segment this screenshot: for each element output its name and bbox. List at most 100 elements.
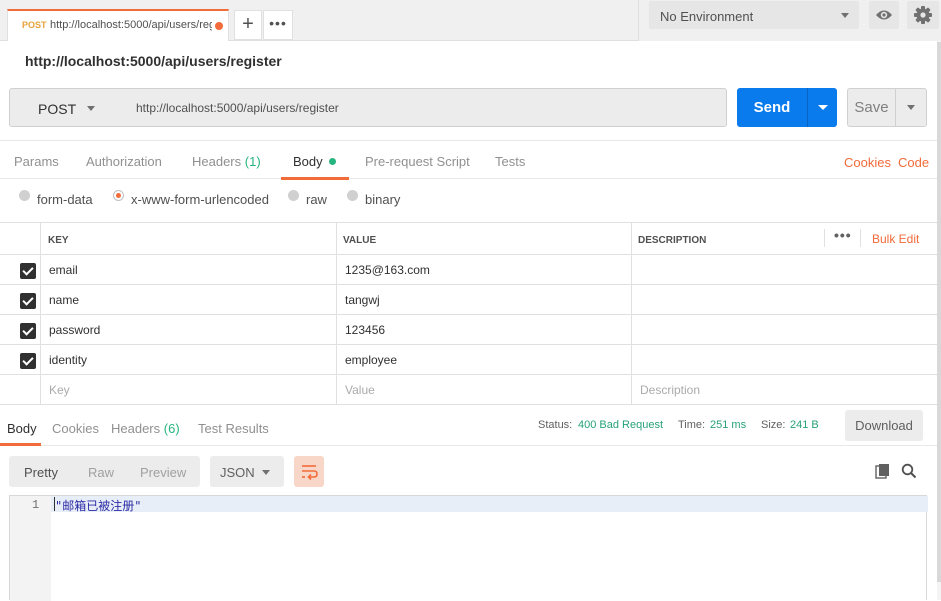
tab-authorization[interactable]: Authorization (86, 154, 162, 169)
new-description-input[interactable]: Description (640, 383, 700, 397)
status-value[interactable]: 400 Bad Request (578, 419, 663, 431)
new-key-input[interactable]: Key (49, 383, 70, 397)
environment-select-label: No Environment (660, 9, 754, 24)
request-name: http://localhost:5000/api/users/register (25, 53, 282, 69)
radio-binary[interactable] (347, 190, 358, 201)
row-value[interactable]: tangwj (345, 293, 380, 307)
view-preview-button[interactable]: Preview (140, 465, 186, 480)
view-pretty-button[interactable]: Pretty (24, 465, 58, 480)
chevron-down-icon (262, 470, 270, 475)
request-tabs: Params Authorization Headers (1) Body Pr… (0, 140, 937, 180)
code-link[interactable]: Code (898, 155, 929, 170)
response-body-text[interactable]: "邮箱已被注册" (55, 497, 141, 514)
response-body-editor[interactable]: 1 "邮箱已被注册" (9, 495, 928, 601)
radio-x-www-form-urlencoded[interactable] (113, 190, 124, 201)
view-raw-button[interactable]: Raw (88, 465, 114, 480)
tab-body-label: Body (293, 154, 323, 169)
copy-icon[interactable] (875, 463, 891, 479)
save-options-button[interactable] (895, 88, 927, 127)
response-tab-headers[interactable]: Headers (6) (111, 421, 180, 436)
request-tab[interactable]: POST http://localhost:5000/api/users/reg… (7, 9, 229, 41)
send-options-button[interactable] (807, 88, 837, 127)
column-header-value: VALUE (343, 235, 377, 246)
row-enabled-checkbox[interactable] (20, 293, 36, 309)
chevron-down-icon (818, 105, 828, 110)
table-row-new: Key Value Description (0, 375, 938, 405)
radio-raw-label[interactable]: raw (306, 192, 327, 207)
cookies-link[interactable]: Cookies (844, 155, 891, 170)
row-value[interactable]: employee (345, 353, 397, 367)
tab-params[interactable]: Params (14, 154, 59, 169)
time-label: Time: (678, 419, 706, 431)
response-tab-headers-label: Headers (111, 421, 161, 436)
environment-select[interactable]: No Environment (649, 1, 859, 29)
radio-binary-label[interactable]: binary (365, 192, 400, 207)
row-enabled-checkbox[interactable] (20, 353, 36, 369)
gear-icon (914, 6, 932, 24)
body-params-table: KEY VALUE DESCRIPTION ••• Bulk Edit emai… (0, 222, 938, 405)
page-scrollbar-thumb[interactable] (937, 42, 941, 582)
radio-form-data-label[interactable]: form-data (37, 192, 93, 207)
row-key[interactable]: password (49, 323, 100, 337)
bulk-edit-link[interactable]: Bulk Edit (872, 232, 919, 246)
tab-headers-label: Headers (192, 154, 242, 169)
response-tabs: Body Cookies Headers (6) Test Results St… (0, 405, 937, 446)
row-value[interactable]: 123456 (345, 323, 385, 337)
wrap-lines-icon (302, 465, 318, 481)
settings-button[interactable] (907, 1, 939, 29)
tab-headers-count: (1) (244, 154, 261, 169)
size-label: Size: (761, 419, 786, 431)
response-tab-body[interactable]: Body (7, 421, 37, 436)
unsaved-changes-dot (215, 22, 223, 30)
table-row: identity employee (0, 345, 938, 375)
active-line-highlight (51, 496, 928, 512)
tab-pre-request-script[interactable]: Pre-request Script (365, 154, 470, 169)
search-icon[interactable] (901, 463, 917, 479)
row-enabled-checkbox[interactable] (20, 263, 36, 279)
row-key[interactable]: name (49, 293, 79, 307)
method-select[interactable]: POST (9, 88, 126, 127)
time-value[interactable]: 251 ms (710, 419, 746, 431)
row-key[interactable]: identity (49, 353, 87, 367)
tab-more-button[interactable]: ••• (263, 10, 293, 40)
environment-quick-look-button[interactable] (869, 1, 899, 29)
download-button[interactable]: Download (845, 410, 923, 441)
eye-icon (876, 10, 892, 20)
column-header-description: DESCRIPTION (638, 235, 707, 246)
body-indicator-dot (328, 158, 336, 165)
table-row: name tangwj (0, 285, 938, 315)
table-row: password 123456 (0, 315, 938, 345)
table-header-row: KEY VALUE DESCRIPTION ••• Bulk Edit (0, 223, 938, 255)
wrap-lines-button[interactable] (294, 456, 324, 487)
chevron-down-icon (841, 13, 849, 18)
method-select-label: POST (38, 101, 77, 117)
table-more-button[interactable]: ••• (834, 227, 852, 243)
size-value[interactable]: 241 B (790, 419, 819, 431)
response-format-label: JSON (220, 465, 255, 480)
line-number: 1 (32, 498, 40, 512)
new-tab-button[interactable]: + (234, 10, 262, 40)
row-value[interactable]: 1235@163.com (345, 263, 430, 277)
send-button[interactable]: Send (737, 88, 807, 127)
status-label: Status: (538, 419, 573, 431)
row-enabled-checkbox[interactable] (20, 323, 36, 339)
tab-tests[interactable]: Tests (495, 154, 525, 169)
radio-form-data[interactable] (19, 190, 30, 201)
column-header-key: KEY (48, 235, 69, 246)
radio-raw[interactable] (288, 190, 299, 201)
response-tab-headers-count: (6) (163, 421, 180, 436)
url-input[interactable]: http://localhost:5000/api/users/register (125, 88, 727, 127)
tab-body[interactable]: Body (293, 154, 336, 169)
save-button[interactable]: Save (847, 88, 896, 127)
tab-headers[interactable]: Headers (1) (192, 154, 261, 169)
response-tab-cookies[interactable]: Cookies (52, 421, 99, 436)
chevron-down-icon (907, 105, 915, 110)
chevron-down-icon (87, 106, 95, 111)
new-value-input[interactable]: Value (345, 383, 375, 397)
active-tab-indicator (0, 443, 41, 446)
response-tab-test-results[interactable]: Test Results (198, 421, 269, 436)
row-key[interactable]: email (49, 263, 78, 277)
response-format-select[interactable]: JSON (210, 456, 284, 487)
request-tab-url: http://localhost:5000/api/users/register (50, 19, 212, 31)
radio-x-www-form-urlencoded-label[interactable]: x-www-form-urlencoded (131, 192, 269, 207)
